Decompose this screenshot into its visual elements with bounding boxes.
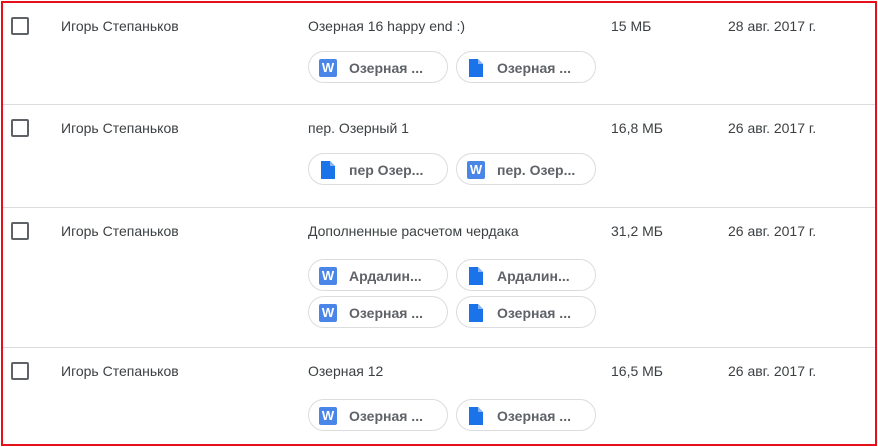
email-size: 16,5 МБ (611, 363, 663, 379)
email-subject[interactable]: пер. Озерный 1 (308, 119, 409, 137)
email-size: 31,2 МБ (611, 223, 663, 239)
email-row[interactable]: Игорь Степаньков Дополненные расчетом че… (3, 208, 875, 348)
attachment-chip[interactable]: W пер. Озер... (456, 153, 596, 185)
attachment-label: пер. Озер... (497, 162, 576, 178)
attachment-label: Озерная ... (349, 305, 423, 321)
email-date: 28 авг. 2017 г. (728, 18, 817, 34)
email-row[interactable]: Игорь Степаньков Озерная 16 happy end :)… (3, 3, 875, 105)
email-size: 16,8 МБ (611, 120, 663, 136)
email-subject[interactable]: Озерная 16 happy end :) (308, 17, 465, 35)
email-date: 26 авг. 2017 г. (728, 120, 817, 136)
attachment-label: Озерная ... (349, 408, 423, 424)
select-checkbox[interactable] (11, 222, 29, 240)
attachment-chip[interactable]: W Ардалин... (308, 259, 448, 291)
sender-name: Игорь Степаньков (61, 363, 179, 379)
select-checkbox[interactable] (11, 362, 29, 380)
blue-file-icon (467, 59, 485, 77)
email-date: 26 авг. 2017 г. (728, 223, 817, 239)
attachment-label: Ардалин... (497, 268, 570, 284)
attachment-label: Озерная ... (497, 305, 571, 321)
email-row[interactable]: Игорь Степаньков Озерная 12 16,5 МБ 26 а… (3, 348, 875, 444)
attachment-chip[interactable]: W Озерная ... (308, 296, 448, 328)
attachment-chip[interactable]: W Озерная ... (308, 51, 448, 83)
word-doc-icon: W (319, 267, 337, 285)
word-doc-icon: W (319, 304, 337, 322)
email-list-frame: Игорь Степаньков Озерная 16 happy end :)… (1, 1, 877, 446)
select-checkbox[interactable] (11, 17, 29, 35)
select-checkbox[interactable] (11, 119, 29, 137)
attachment-chip[interactable]: пер Озер... (308, 153, 448, 185)
sender-name: Игорь Степаньков (61, 223, 179, 239)
attachment-chip[interactable]: Озерная ... (456, 399, 596, 431)
sender-name: Игорь Степаньков (61, 120, 179, 136)
attachment-label: Озерная ... (497, 60, 571, 76)
email-date: 26 авг. 2017 г. (728, 363, 817, 379)
attachment-label: пер Озер... (349, 162, 424, 178)
email-size: 15 МБ (611, 18, 652, 34)
word-doc-icon: W (319, 59, 337, 77)
email-subject[interactable]: Дополненные расчетом чердака (308, 222, 519, 240)
attachment-label: Озерная ... (349, 60, 423, 76)
blue-file-icon (467, 304, 485, 322)
email-row[interactable]: Игорь Степаньков пер. Озерный 1 16,8 МБ … (3, 105, 875, 208)
attachment-label: Ардалин... (349, 268, 422, 284)
attachment-chip[interactable]: Ардалин... (456, 259, 596, 291)
blue-file-icon (467, 267, 485, 285)
blue-file-icon (467, 407, 485, 425)
blue-file-icon (319, 161, 337, 179)
email-subject[interactable]: Озерная 12 (308, 362, 383, 380)
attachment-chip[interactable]: Озерная ... (456, 51, 596, 83)
attachment-label: Озерная ... (497, 408, 571, 424)
word-doc-icon: W (467, 161, 485, 179)
attachment-chip[interactable]: W Озерная ... (308, 399, 448, 431)
word-doc-icon: W (319, 407, 337, 425)
sender-name: Игорь Степаньков (61, 18, 179, 34)
attachment-chip[interactable]: Озерная ... (456, 296, 596, 328)
